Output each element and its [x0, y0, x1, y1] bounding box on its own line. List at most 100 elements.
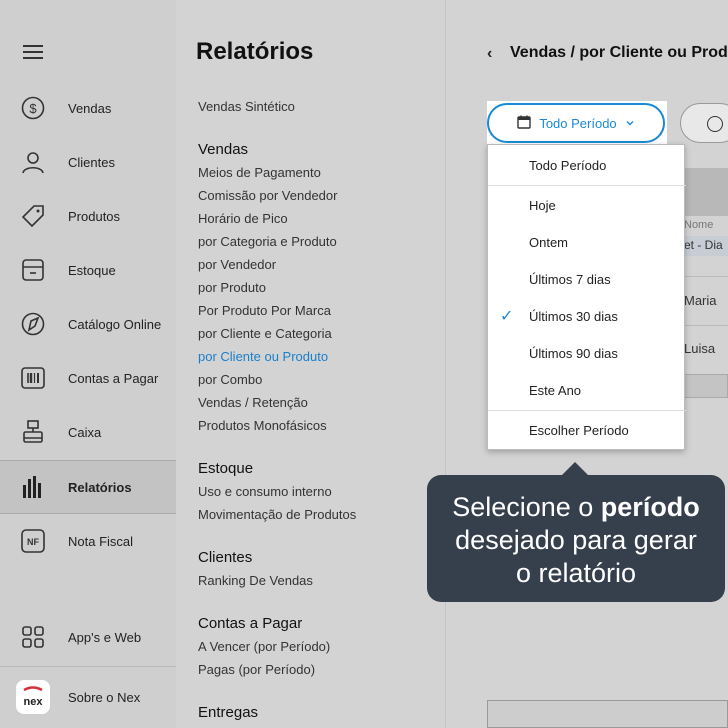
option-label: Ontem — [529, 234, 569, 250]
report-link[interactable]: Produtos Monofásicos — [198, 418, 327, 433]
table-footer — [684, 374, 728, 398]
compass-icon — [20, 311, 46, 337]
sidebar-item-label: Estoque — [68, 262, 116, 278]
dropdown-option[interactable]: Escolher Período — [488, 412, 686, 448]
tooltip-emphasis: período — [600, 492, 700, 522]
nex-logo: nex — [16, 680, 50, 714]
report-link-selected[interactable]: por Cliente ou Produto — [198, 349, 328, 364]
menu-icon[interactable] — [23, 45, 43, 61]
barcode-icon — [20, 365, 46, 391]
option-label: Últimos 7 dias — [529, 271, 611, 287]
row-divider — [684, 276, 728, 277]
option-label: Últimos 90 dias — [529, 345, 618, 361]
section-heading: Entregas — [198, 704, 259, 721]
user-icon — [20, 149, 46, 175]
sidebar-item-label: Contas a Pagar — [68, 370, 159, 386]
sidebar-item-label: Vendas — [68, 100, 112, 116]
table-header — [684, 168, 728, 216]
report-link[interactable]: Ranking De Vendas — [198, 573, 313, 588]
sidebar-item-produtos[interactable]: Produtos — [0, 189, 176, 243]
filter-icon — [707, 116, 723, 132]
table-cell: Maria — [684, 293, 717, 308]
report-link[interactable]: Movimentação de Produtos — [198, 507, 356, 522]
section-heading: Vendas — [198, 141, 249, 158]
dollar-circle-icon: $ — [20, 95, 46, 121]
page-title: Relatórios — [196, 38, 314, 65]
table-cell: et - Dia — [684, 236, 728, 256]
breadcrumb: Vendas / por Cliente ou Produto — [510, 44, 728, 61]
sidebar-item-contas-a-pagar[interactable]: Contas a Pagar — [0, 351, 176, 405]
report-link[interactable]: A Vencer (por Período) — [198, 639, 330, 654]
nf-icon: NF — [20, 528, 46, 554]
report-link[interactable]: Comissão por Vendedor — [198, 188, 337, 203]
dropdown-option[interactable]: Este Ano — [488, 372, 686, 408]
sidebar-item-catalogo[interactable]: Catálogo Online — [0, 297, 176, 351]
sidebar-item-vendas[interactable]: $ Vendas — [0, 81, 176, 135]
sidebar-item-relatorios[interactable]: Relatórios — [0, 460, 176, 514]
bottom-panel — [487, 700, 728, 728]
period-button-label: Todo Período — [539, 115, 617, 131]
report-link[interactable]: Por Produto Por Marca — [198, 303, 331, 318]
period-dropdown: Todo Período Hoje Ontem Últimos 7 dias ✓… — [487, 144, 686, 450]
main-sidebar: $ Vendas Clientes Produtos Estoque Catál… — [0, 0, 176, 728]
sidebar-item-label: App's e Web — [68, 629, 142, 645]
report-link[interactable]: por Categoria e Produto — [198, 234, 337, 249]
section-heading: Estoque — [198, 460, 254, 477]
option-label: Escolher Período — [529, 422, 629, 438]
dropdown-option[interactable]: Últimos 90 dias — [488, 335, 686, 371]
svg-text:$: $ — [29, 101, 37, 116]
tooltip-text: Selecione o — [452, 492, 601, 522]
tooltip-line-2: desejado para gerar — [455, 525, 697, 555]
report-link[interactable]: por Vendedor — [198, 257, 276, 272]
sidebar-item-estoque[interactable]: Estoque — [0, 243, 176, 297]
option-label: Todo Período — [529, 157, 607, 173]
period-button[interactable]: Todo Período — [487, 103, 665, 143]
column-header: Nome — [684, 219, 714, 231]
register-icon — [20, 419, 46, 445]
report-link[interactable]: Vendas Sintético — [198, 99, 295, 114]
option-label: Últimos 30 dias — [529, 308, 618, 324]
row-divider — [684, 325, 728, 326]
svg-text:NF: NF — [27, 537, 39, 547]
report-link[interactable]: Pagas (por Período) — [198, 662, 315, 677]
report-link[interactable]: Meios de Pagamento — [198, 165, 321, 180]
section-heading: Clientes — [198, 549, 253, 566]
tag-icon — [20, 203, 46, 229]
report-link[interactable]: por Combo — [198, 372, 262, 387]
tooltip-arrow — [561, 462, 589, 476]
option-label: Este Ano — [529, 382, 582, 398]
sidebar-item-caixa[interactable]: Caixa — [0, 405, 176, 459]
apps-grid-icon — [20, 624, 46, 650]
back-arrow-icon[interactable]: ‹ — [487, 45, 492, 63]
report-link[interactable]: por Cliente e Categoria — [198, 326, 332, 341]
bar-chart-icon — [20, 474, 46, 500]
check-icon: ✓ — [500, 308, 514, 325]
tooltip-line-1: Selecione o período — [427, 491, 725, 524]
sidebar-item-nota-fiscal[interactable]: NF Nota Fiscal — [0, 514, 176, 568]
sidebar-item-label: Caixa — [68, 424, 102, 440]
sidebar-item-label: Produtos — [68, 208, 121, 224]
sidebar-item-sobre[interactable]: nex Sobre o Nex — [0, 670, 176, 724]
sidebar-item-apps-web[interactable]: App's e Web — [0, 610, 176, 664]
report-link[interactable]: Uso e consumo interno — [198, 484, 332, 499]
table-cell: Luisa — [684, 341, 716, 356]
report-link[interactable]: Horário de Pico — [198, 211, 288, 226]
dropdown-option[interactable]: Hoje — [488, 187, 686, 223]
report-link[interactable]: Vendas / Retenção — [198, 395, 308, 410]
report-link[interactable]: por Produto — [198, 280, 266, 295]
tooltip-line-3: o relatório — [515, 558, 637, 588]
option-label: Hoje — [529, 197, 556, 213]
sidebar-item-clientes[interactable]: Clientes — [0, 135, 176, 189]
dropdown-option[interactable]: Todo Período — [488, 147, 686, 183]
calendar-icon — [517, 115, 532, 132]
sidebar-item-label: Nota Fiscal — [68, 533, 134, 549]
tooltip: Selecione o período desejado para gerar … — [427, 475, 725, 602]
sidebar-item-label: Clientes — [68, 154, 115, 170]
dropdown-option[interactable]: Últimos 7 dias — [488, 261, 686, 297]
dropdown-divider — [488, 410, 686, 411]
dropdown-option-selected[interactable]: ✓ Últimos 30 dias — [488, 298, 686, 334]
filter-button[interactable] — [680, 103, 728, 143]
sidebar-item-label: Catálogo Online — [68, 316, 162, 332]
sidebar-item-label: Sobre o Nex — [68, 689, 141, 705]
dropdown-option[interactable]: Ontem — [488, 224, 686, 260]
